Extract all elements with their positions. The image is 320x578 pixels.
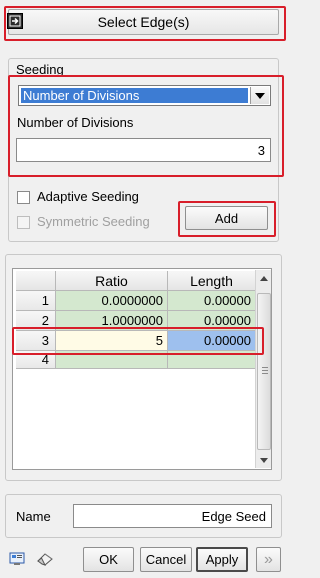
table-cell-length[interactable]: 0.00000 bbox=[168, 311, 256, 331]
scroll-thumb[interactable] bbox=[257, 293, 271, 450]
table-corner bbox=[16, 271, 56, 291]
seeding-method-select[interactable]: Number of Divisions bbox=[18, 85, 271, 106]
apply-button[interactable]: Apply bbox=[196, 547, 248, 572]
eraser-icon[interactable] bbox=[36, 550, 54, 568]
grip-line bbox=[262, 373, 268, 374]
name-input[interactable]: Edge Seed bbox=[73, 504, 272, 528]
divisions-input[interactable]: 3 bbox=[16, 138, 271, 162]
seeding-group-label: Seeding bbox=[16, 62, 64, 77]
name-value: Edge Seed bbox=[201, 508, 266, 524]
table-scrollbar[interactable] bbox=[255, 270, 271, 468]
cancel-button-label: Cancel bbox=[145, 552, 187, 567]
ok-button[interactable]: OK bbox=[83, 547, 134, 572]
adaptive-seeding-label: Adaptive Seeding bbox=[37, 189, 139, 204]
add-button[interactable]: Add bbox=[185, 206, 268, 230]
divisions-value: 3 bbox=[257, 142, 265, 158]
seed-table: Ratio Length 1 0.0000000 0.00000 2 1.000… bbox=[12, 268, 272, 470]
table-cell-ratio-editing[interactable]: 5 bbox=[56, 331, 168, 351]
table-cell-length[interactable] bbox=[168, 351, 256, 369]
column-header-ratio[interactable]: Ratio bbox=[56, 271, 168, 291]
grip-line bbox=[262, 367, 268, 368]
table-cell-length[interactable]: 0.00000 bbox=[168, 331, 256, 351]
more-button-label: » bbox=[264, 550, 273, 568]
select-edge-icon[interactable] bbox=[7, 13, 23, 29]
name-label: Name bbox=[16, 509, 51, 524]
column-header-length[interactable]: Length bbox=[168, 271, 256, 291]
table-cell-length[interactable]: 0.00000 bbox=[168, 291, 256, 311]
table-cell-ratio[interactable]: 1.0000000 bbox=[56, 311, 168, 331]
divisions-label: Number of Divisions bbox=[17, 115, 134, 130]
add-button-label: Add bbox=[214, 210, 239, 226]
select-edges-label: Select Edge(s) bbox=[97, 14, 190, 30]
symmetric-seeding-label: Symmetric Seeding bbox=[37, 214, 150, 229]
preview-icon[interactable] bbox=[8, 550, 26, 568]
seeding-method-value: Number of Divisions bbox=[21, 88, 248, 103]
ok-button-label: OK bbox=[99, 552, 118, 567]
scroll-down-icon[interactable] bbox=[256, 452, 272, 468]
adaptive-seeding-checkbox[interactable] bbox=[17, 191, 30, 204]
table-cell-ratio[interactable]: 0.0000000 bbox=[56, 291, 168, 311]
chevron-down-icon[interactable] bbox=[250, 87, 269, 104]
select-edges-button[interactable]: Select Edge(s) bbox=[8, 9, 279, 35]
row-header[interactable]: 2 bbox=[16, 311, 56, 331]
row-header[interactable]: 4 bbox=[16, 351, 56, 369]
scroll-up-icon[interactable] bbox=[256, 270, 272, 286]
more-button[interactable]: » bbox=[256, 547, 281, 572]
cancel-button[interactable]: Cancel bbox=[140, 547, 192, 572]
symmetric-seeding-checkbox[interactable] bbox=[17, 216, 30, 229]
grip-line bbox=[262, 370, 268, 371]
row-header[interactable]: 1 bbox=[16, 291, 56, 311]
apply-button-label: Apply bbox=[205, 552, 239, 567]
table-cell-ratio[interactable] bbox=[56, 351, 168, 369]
row-header[interactable]: 3 bbox=[16, 331, 56, 351]
